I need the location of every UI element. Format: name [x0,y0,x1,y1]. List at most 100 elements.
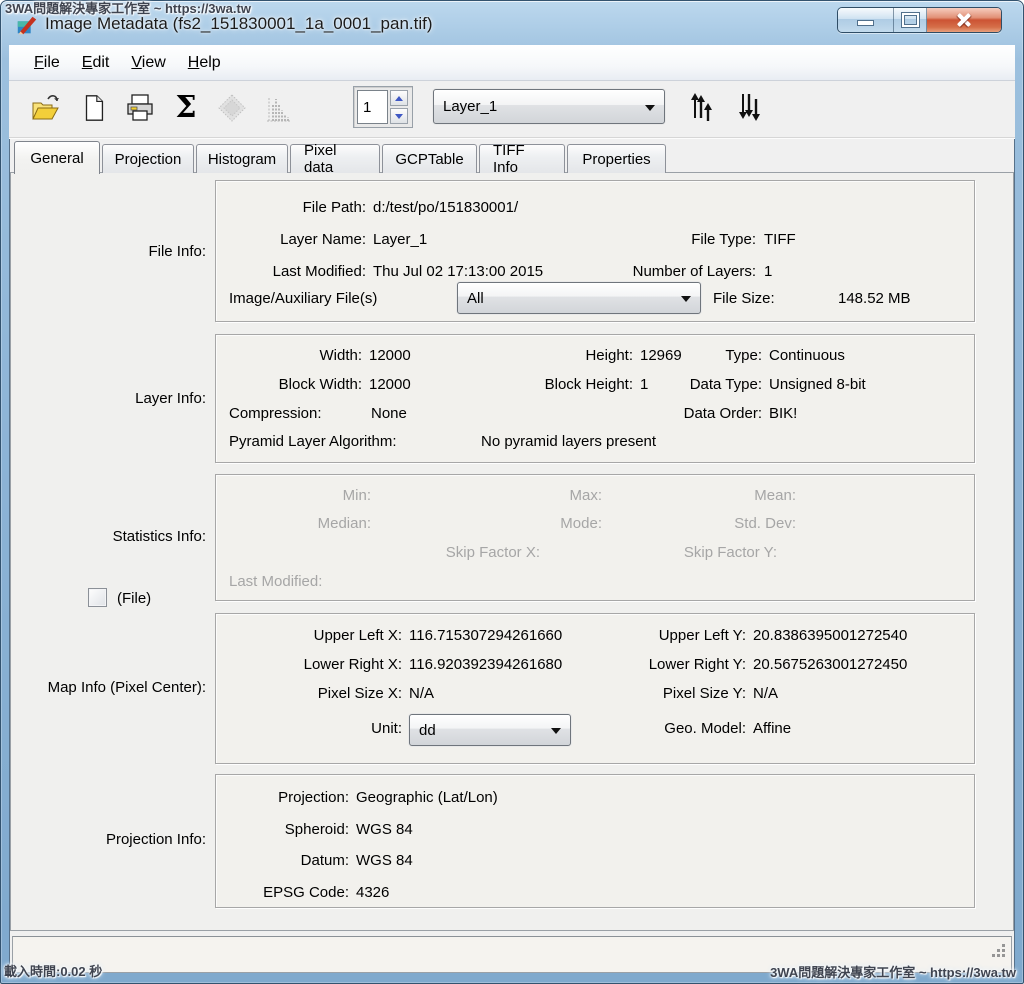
chevron-down-icon [681,296,691,302]
tab-general[interactable]: General [14,141,100,174]
menu-view[interactable]: View [120,50,176,76]
layer-number-input[interactable]: 1 [357,90,388,124]
pyramid-layers-icon [218,94,246,122]
data-order-value: BIK! [769,405,798,422]
print-icon [127,94,153,121]
menu-edit[interactable]: Edit [71,50,121,76]
tab-projection[interactable]: Projection [102,144,194,173]
new-document-icon [85,95,104,121]
maximize-button[interactable] [894,8,927,32]
layer-select-value: Layer_1 [443,98,498,115]
file-checkbox-label: (File) [117,590,152,607]
window-title: Image Metadata (fs2_151830001_1a_0001_pa… [45,14,433,33]
aux-files-combo[interactable]: All [457,282,701,314]
median-label: Median: [317,515,371,532]
spinner-up-icon [395,95,403,101]
pyramid-layers-button[interactable] [213,89,251,127]
pixel-size-x-value: N/A [409,685,435,702]
number-of-layers-value: 1 [764,263,773,280]
layer-up-button[interactable] [683,87,721,125]
close-button[interactable] [927,8,1001,32]
minimize-button[interactable] [838,8,894,32]
epsg-code-value: 4326 [356,884,390,901]
file-info-section-label: File Info: [148,243,206,260]
tab-gcptable[interactable]: GCPTable [382,144,477,173]
histogram-icon [267,98,291,122]
datum-value: WGS 84 [356,852,413,869]
lower-right-y-value: 20.5675263001272450 [753,656,908,673]
watermark-bottom-left: 載入時間:0.02 秒 [4,964,103,979]
tab-histogram[interactable]: Histogram [196,144,288,173]
layer-down-button[interactable] [731,87,769,125]
lower-right-x-value: 116.920392394261680 [409,656,563,673]
statistics-info-section-label: Statistics Info: [112,528,206,545]
width-label: Width: [319,347,362,364]
tab-pixel-data[interactable]: Pixel data [290,142,380,176]
file-size-label: File Size: [713,290,775,307]
new-document-button[interactable] [75,89,113,127]
maximize-icon [901,13,919,27]
tab-strip: General Projection Histogram Pixel data … [14,140,668,176]
type-value: Continuous [769,347,845,364]
menu-file[interactable]: File [23,50,71,76]
open-icon [32,95,59,120]
statistics-button[interactable]: Σ [167,89,205,127]
tab-properties[interactable]: Properties [567,144,666,173]
skip-factor-y-label: Skip Factor Y: [683,544,777,561]
block-width-value: 12000 [369,376,411,393]
projection-info-section-label: Projection Info: [105,831,206,848]
print-button[interactable] [121,89,159,127]
layer-up-icon [691,93,712,121]
file-path-value: d:/test/po/151830001/ [373,199,519,216]
width-value: 12000 [369,347,411,364]
toolbar: Σ 1 Layer_1 [9,81,1015,138]
geo-model-value: Affine [753,720,792,737]
menu-help[interactable]: Help [177,50,232,76]
lower-right-x-label: Lower Right X: [303,656,402,673]
minimize-icon [857,20,874,26]
block-width-label: Block Width: [278,376,362,393]
mode-label: Mode: [560,515,602,532]
compression-label: Compression: [229,405,322,422]
file-type-value: TIFF [764,231,796,248]
file-size-value: 148.52 MB [838,290,911,307]
data-type-value: Unsigned 8-bit [769,376,866,393]
lower-right-y-label: Lower Right Y: [648,656,746,673]
unit-combo[interactable]: dd [409,714,571,746]
tab-tiff-info[interactable]: TIFF Info [479,142,565,176]
layer-select-combo[interactable]: Layer_1 [433,89,665,124]
upper-left-y-value: 20.8386395001272540 [753,627,908,644]
projection-info-group: Projection: Geographic (Lat/Lon) Spheroi… [215,774,975,908]
data-order-label: Data Order: [683,405,762,422]
histogram-button[interactable] [259,89,297,127]
file-info-group: File Path: d:/test/po/151830001/ Layer N… [215,180,975,322]
pyramid-label: Pyramid Layer Algorithm: [229,433,397,450]
watermark-bottom-right: 3WA問題解決專家工作室 ~ https://3wa.tw [770,965,1016,980]
menu-bar: File Edit View Help [9,45,1015,81]
map-info-section-label: Map Info (Pixel Center): [47,679,206,696]
statistics-info-group: Min: Max: Mean: Median: Mode: Std. Dev: … [215,474,975,601]
skip-factor-x-label: Skip Factor X: [445,544,540,561]
last-modified-label: Last Modified: [272,263,366,280]
file-path-label: File Path: [302,199,366,216]
compression-value: None [371,405,407,422]
resize-grip[interactable] [992,954,995,957]
spinner-down-button[interactable] [390,108,408,124]
spinner-up-button[interactable] [390,90,408,106]
geo-model-label: Geo. Model: [664,720,746,737]
projection-value: Geographic (Lat/Lon) [356,789,498,806]
max-label: Max: [569,487,602,504]
layer-number-spinner: 1 [353,86,413,128]
block-height-label: Block Height: [544,376,633,393]
unit-combo-value: dd [419,721,436,739]
chevron-down-icon [551,728,561,734]
file-statistics-checkbox[interactable] [88,588,107,607]
upper-left-y-label: Upper Left Y: [658,627,746,644]
aux-files-combo-value: All [467,289,484,307]
layer-down-icon [739,94,760,121]
pixel-size-y-label: Pixel Size Y: [662,685,746,702]
mean-label: Mean: [754,487,796,504]
spheroid-value: WGS 84 [356,821,413,838]
map-info-group: Upper Left X: 116.715307294261660 Upper … [215,613,975,764]
open-button[interactable] [27,89,65,127]
